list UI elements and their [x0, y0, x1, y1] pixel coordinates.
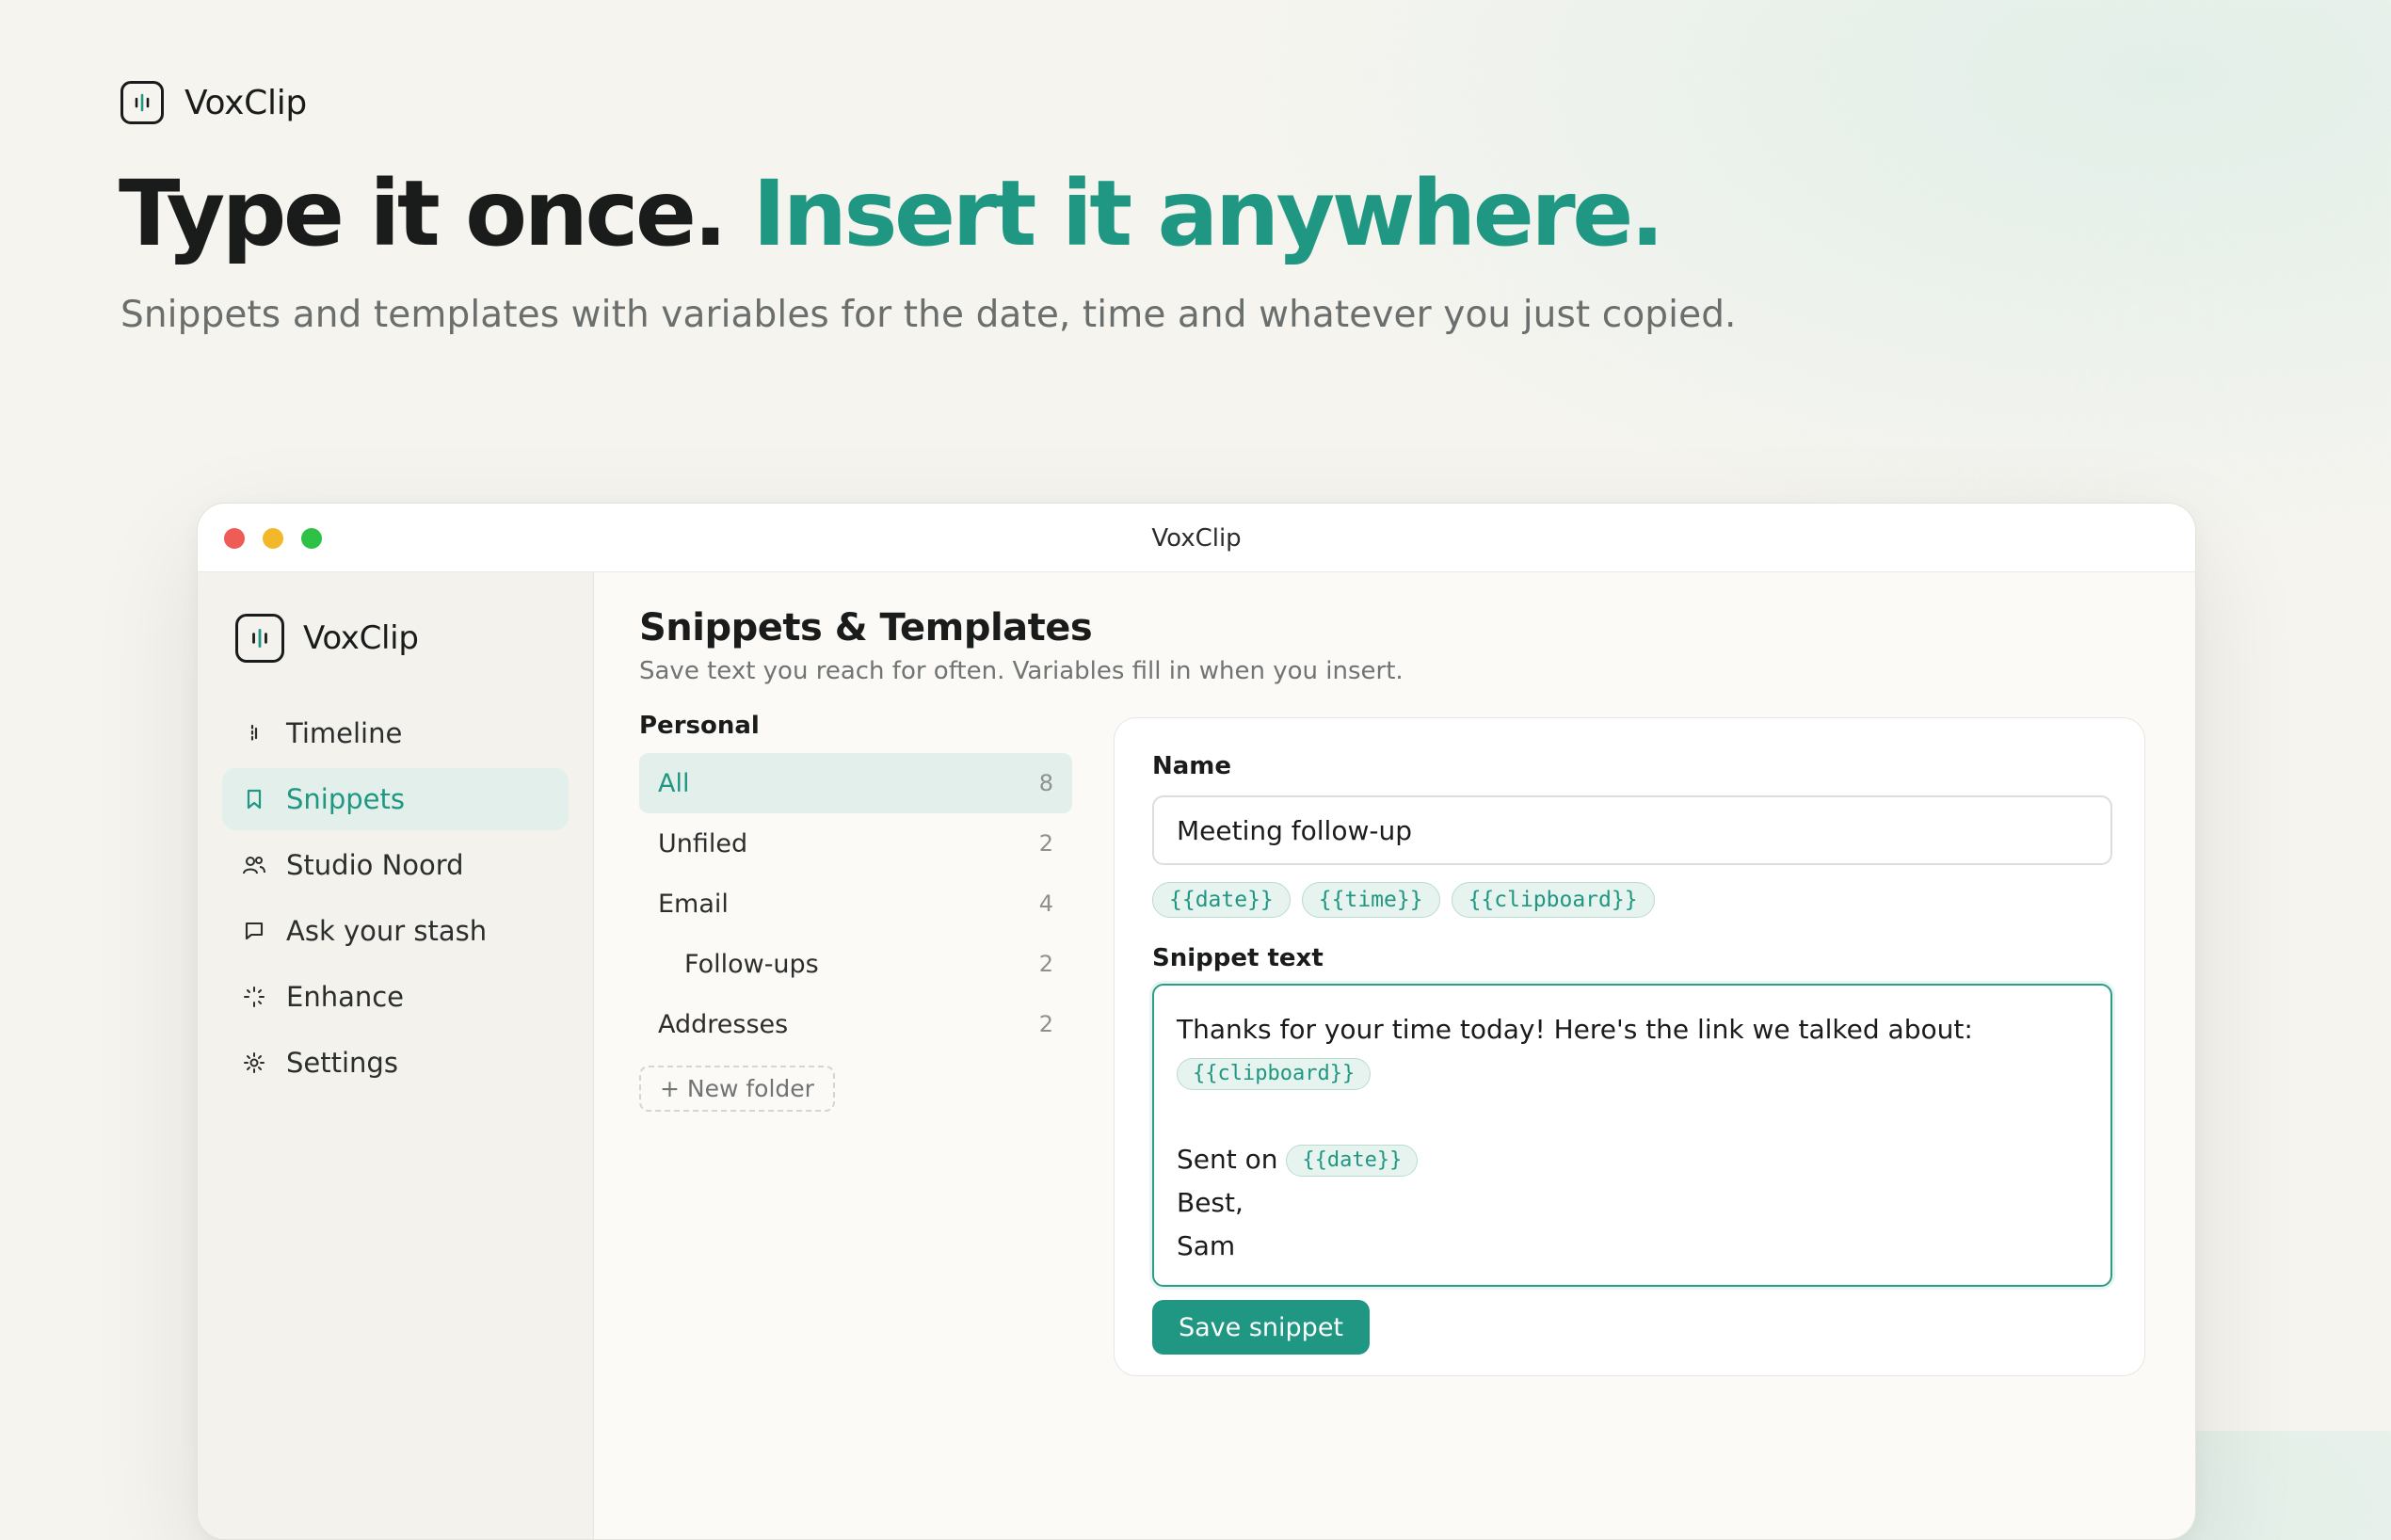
folder-label: Follow-ups — [684, 949, 819, 979]
variable-chips: {{date}} {{time}} {{clipboard}} — [1152, 882, 1655, 918]
hero-title-main: Type it once. — [119, 161, 728, 266]
sidebar-item-settings[interactable]: Settings — [222, 1032, 569, 1094]
page-subtitle: Save text you reach for often. Variables… — [639, 657, 1404, 685]
folder-item-unfiled[interactable]: Unfiled 2 — [639, 813, 1072, 874]
folder-count: 2 — [1038, 1011, 1053, 1037]
sidebar-item-label: Ask your stash — [286, 915, 488, 947]
folder-count: 2 — [1038, 951, 1053, 977]
chat-bubble-icon — [241, 918, 267, 944]
sidebar-item-timeline[interactable]: Timeline — [222, 702, 569, 764]
inline-variable-chip: {{clipboard}} — [1177, 1058, 1372, 1090]
folder-item-email[interactable]: Email 4 — [639, 874, 1072, 934]
snippet-text-line: Thanks for your time today! Here's the l… — [1177, 1014, 1973, 1045]
sidebar-item-snippets[interactable]: Snippets — [222, 768, 569, 830]
variable-chip-date[interactable]: {{date}} — [1152, 882, 1291, 918]
inline-variable-chip: {{date}} — [1286, 1145, 1419, 1177]
snippet-text-area[interactable]: Thanks for your time today! Here's the l… — [1152, 984, 2112, 1287]
sidebar-item-label: Studio Noord — [286, 849, 464, 881]
folder-item-follow-ups[interactable]: Follow-ups 2 — [639, 934, 1072, 994]
folder-count: 4 — [1038, 890, 1053, 917]
sidebar-item-label: Settings — [286, 1047, 398, 1079]
waveform-logo-icon — [235, 614, 284, 663]
sidebar: VoxClip Timeline Snippets Studio Noord A… — [198, 572, 594, 1539]
folder-group-heading: Personal — [639, 712, 760, 740]
sidebar-brand-name: VoxClip — [303, 619, 419, 657]
name-label: Name — [1152, 752, 1232, 780]
window-title: VoxClip — [1151, 524, 1242, 553]
snippet-text-line: Sent on {{date}} — [1177, 1138, 2088, 1181]
sidebar-item-ask-your-stash[interactable]: Ask your stash — [222, 900, 569, 962]
folder-label: Email — [658, 889, 729, 919]
hero-title: Type it once. Insert it anywhere. — [119, 160, 1664, 268]
snippet-text-fragment: Sent on — [1177, 1144, 1278, 1175]
timeline-icon — [241, 720, 267, 746]
waveform-logo-icon — [120, 81, 164, 124]
folder-label: Addresses — [658, 1009, 789, 1039]
page-title: Snippets & Templates — [639, 606, 1093, 650]
new-folder-button[interactable]: + New folder — [639, 1066, 835, 1112]
snippet-name-input[interactable] — [1152, 795, 2112, 865]
hero-brand: VoxClip — [120, 81, 307, 124]
snippet-text-label: Snippet text — [1152, 944, 1324, 972]
variable-chip-clipboard[interactable]: {{clipboard}} — [1451, 882, 1655, 918]
sparkle-icon — [241, 984, 267, 1010]
snippet-text-line: Sam — [1177, 1230, 1236, 1261]
bookmark-icon — [241, 786, 267, 812]
folder-label: Unfiled — [658, 828, 748, 858]
window-titlebar: VoxClip — [198, 504, 2195, 572]
variable-chip-time[interactable]: {{time}} — [1301, 882, 1440, 918]
save-snippet-button[interactable]: Save snippet — [1152, 1300, 1371, 1355]
app-window: VoxClip VoxClip Timeline Snippets Studio… — [197, 503, 2196, 1540]
folder-count: 8 — [1038, 770, 1053, 796]
sidebar-item-label: Snippets — [286, 783, 405, 815]
sidebar-item-label: Timeline — [286, 717, 403, 749]
folder-label: All — [658, 768, 690, 798]
snippet-text-line: {{clipboard}} — [1177, 1051, 2088, 1095]
gear-icon — [241, 1050, 267, 1076]
hero-subtitle: Snippets and templates with variables fo… — [120, 294, 1737, 336]
snippet-editor: Name {{date}} {{time}} {{clipboard}} Sni… — [1114, 717, 2145, 1376]
folder-item-addresses[interactable]: Addresses 2 — [639, 994, 1072, 1054]
sidebar-nav: Timeline Snippets Studio Noord Ask your … — [222, 702, 569, 1098]
sidebar-item-enhance[interactable]: Enhance — [222, 966, 569, 1028]
folder-list: Personal All 8 Unfiled 2 Email 4 Follow-… — [639, 712, 1072, 1112]
brand-name: VoxClip — [185, 83, 307, 122]
hero-title-accent: Insert it anywhere. — [752, 161, 1664, 266]
sidebar-item-studio-noord[interactable]: Studio Noord — [222, 834, 569, 896]
sidebar-item-label: Enhance — [286, 981, 405, 1013]
folder-count: 2 — [1038, 830, 1053, 857]
folder-item-all[interactable]: All 8 — [639, 753, 1072, 813]
users-icon — [241, 852, 267, 878]
sidebar-brand: VoxClip — [235, 614, 419, 663]
snippet-text-line: Best, — [1177, 1187, 1244, 1218]
snippet-text-line-blank — [1177, 1095, 2088, 1138]
